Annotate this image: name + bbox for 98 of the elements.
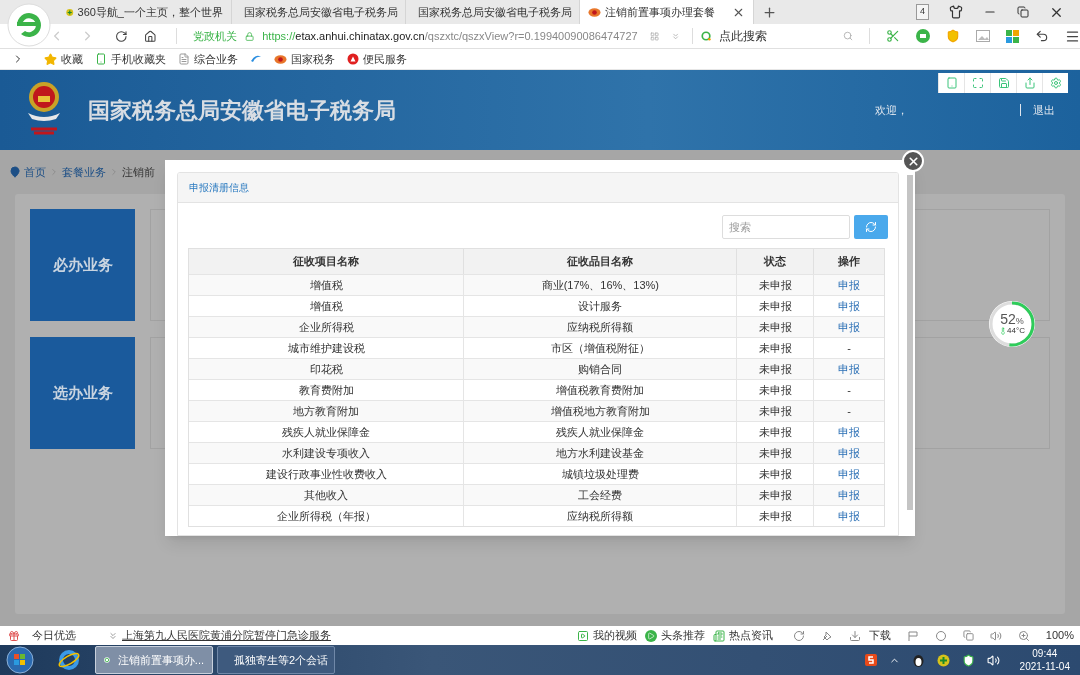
translate-icon[interactable] <box>915 29 930 43</box>
home-icon[interactable] <box>143 28 157 44</box>
cpu-percent: 52% <box>1000 312 1024 326</box>
status-bar-item[interactable]: 热点资讯 <box>712 627 773 644</box>
declare-link[interactable]: 申报 <box>838 360 861 378</box>
penguin-icon[interactable] <box>911 653 925 667</box>
share-icon[interactable] <box>1023 77 1036 89</box>
status-bar-item[interactable]: 头条推荐 <box>644 627 705 644</box>
news-icon <box>712 629 725 642</box>
bookmark-item[interactable]: 国家税务 <box>274 50 335 68</box>
service-icon <box>347 53 359 65</box>
service-group-tab[interactable]: 选办业务 <box>30 337 135 449</box>
table-cell-text: - <box>846 340 852 356</box>
ie-icon[interactable] <box>57 648 81 672</box>
declare-link[interactable]: 申报 <box>838 507 861 525</box>
settings-icon[interactable] <box>1049 77 1062 89</box>
image-icon[interactable] <box>975 30 990 42</box>
flag-icon[interactable] <box>906 629 919 642</box>
breadcrumb-link[interactable]: 首页 <box>24 163 46 181</box>
declare-link[interactable]: 申报 <box>838 318 861 336</box>
bookmark-item[interactable]: 收藏 <box>44 50 83 68</box>
input-method-icon[interactable] <box>864 654 877 666</box>
declare-link[interactable]: 申报 <box>838 297 861 315</box>
bookmark-item[interactable]: 手机收藏夹 <box>95 50 166 68</box>
close-icon <box>906 154 920 168</box>
status-bar-item[interactable]: 我的视频 <box>576 627 637 644</box>
table-cell: 企业所得税（年报） <box>189 506 465 526</box>
bookmark-item[interactable]: 综合业务 <box>178 50 238 68</box>
refresh-button[interactable] <box>854 215 888 239</box>
scissors-icon[interactable] <box>885 29 900 43</box>
save-icon[interactable] <box>997 77 1010 89</box>
browser-tab[interactable]: 注销前置事项办理套餐 <box>580 0 754 24</box>
start-button[interactable] <box>6 646 34 674</box>
scrollbar[interactable] <box>907 175 913 510</box>
fullscreen-icon[interactable] <box>971 77 984 89</box>
tablet-icon[interactable] <box>945 77 958 89</box>
download-icon <box>848 629 861 642</box>
shield-icon[interactable] <box>961 653 975 667</box>
table-cell: 未申报 <box>737 506 815 526</box>
service-group-tab[interactable]: 必办业务 <box>30 209 135 321</box>
table-cell-text: - <box>846 403 852 419</box>
declare-link[interactable]: 申报 <box>838 276 861 294</box>
reload-icon[interactable] <box>114 28 128 44</box>
zoom-level[interactable]: 100% <box>1045 627 1074 644</box>
declare-link[interactable]: 申报 <box>838 465 861 483</box>
skin-icon[interactable] <box>949 5 963 19</box>
expand-icon[interactable] <box>108 630 118 641</box>
promo-link[interactable]: 今日优选 <box>32 627 76 644</box>
qr-code-icon[interactable] <box>649 30 659 42</box>
star-icon <box>44 52 57 66</box>
pin-icon[interactable] <box>820 629 833 642</box>
undo-icon[interactable] <box>1034 29 1049 43</box>
close-button[interactable] <box>902 150 924 172</box>
window-icon[interactable] <box>962 630 974 641</box>
thermometer-icon <box>999 327 1008 335</box>
url-field[interactable]: https://etax.anhui.chinatax.gov.cn/qszxtc/qszxView?r=0.19940090086474727 <box>262 28 638 44</box>
declare-link[interactable]: 申报 <box>838 444 861 462</box>
restore-icon[interactable] <box>1017 6 1029 18</box>
table-cell-text: - <box>846 382 852 398</box>
page-icon <box>178 53 190 65</box>
declare-link[interactable]: 申报 <box>838 486 861 504</box>
gift-icon <box>8 629 20 642</box>
declare-link[interactable]: 申报 <box>838 423 861 441</box>
taskbar-button[interactable]: 孤独寄生等2个会话 <box>217 646 335 674</box>
tab-count[interactable]: 4 <box>916 4 929 20</box>
site-title: 国家税务总局安徽省电子税务局 <box>88 96 396 125</box>
bookmark-item[interactable]: 便民服务 <box>347 50 407 68</box>
volume-icon[interactable] <box>986 653 1000 667</box>
zoom-icon[interactable] <box>1017 629 1030 642</box>
welcome-text: 欢迎， <box>875 103 908 118</box>
breadcrumb-link[interactable]: 套餐业务 <box>62 163 106 181</box>
apps-icon[interactable] <box>1005 29 1019 43</box>
tax-emblem-icon <box>274 52 287 66</box>
search-icon[interactable] <box>843 30 854 42</box>
tax-emblem-icon <box>588 5 601 19</box>
refresh-icon <box>865 221 877 233</box>
search-field[interactable]: 点此搜索 <box>719 27 840 45</box>
temperature: 44°C <box>1007 326 1025 336</box>
table-cell: 应纳税所得额 <box>464 506 738 526</box>
location-pin-icon <box>9 166 21 178</box>
clock-date[interactable]: 2021-11-04 <box>1019 660 1070 673</box>
clock-time[interactable]: 09:44 <box>1032 647 1058 660</box>
new-tab-icon[interactable] <box>762 5 777 20</box>
download-button[interactable]: 下载 <box>848 627 891 644</box>
logout-link[interactable]: 退出 <box>1033 102 1055 119</box>
lock-icon <box>245 30 255 42</box>
search-field[interactable]: 搜索 <box>722 215 850 239</box>
panel-title: 申报清册信息 <box>189 181 249 195</box>
video-icon <box>576 629 589 642</box>
play-icon <box>644 629 657 642</box>
search-engine-icon[interactable] <box>700 30 712 42</box>
menu-icon[interactable] <box>1064 28 1080 44</box>
refresh-icon[interactable] <box>792 629 805 642</box>
phone-icon <box>95 53 107 65</box>
plus-shield-icon[interactable] <box>936 653 950 667</box>
security-label: 党政机关 <box>193 28 237 44</box>
headline-link[interactable]: 上海第九人民医院黄浦分院暂停门急诊服务 <box>122 627 331 644</box>
column-header: 操作 <box>837 254 862 270</box>
